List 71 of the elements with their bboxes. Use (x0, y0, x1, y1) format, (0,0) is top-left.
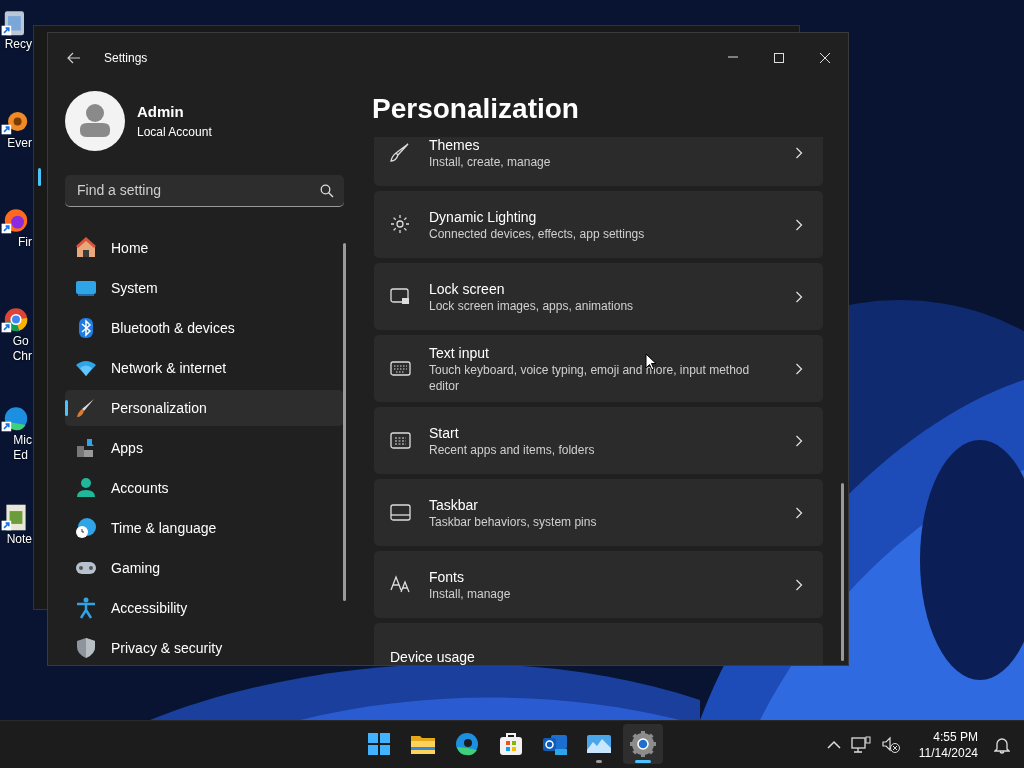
desktop-icon-label[interactable]: Ed (13, 448, 32, 463)
store-icon (497, 730, 525, 758)
search-icon (320, 183, 334, 198)
accounts-icon (75, 477, 97, 499)
chevron-right-icon (795, 218, 803, 231)
account-type: Local Account (137, 124, 212, 142)
volume-button[interactable] (880, 735, 901, 754)
maximize-icon (773, 52, 785, 64)
nav-item[interactable]: Home (65, 230, 344, 266)
chevron-right-icon (795, 362, 803, 375)
chevron-right-icon (795, 290, 803, 303)
close-icon (819, 52, 831, 64)
time-icon (75, 517, 97, 539)
chevron-right-icon (795, 578, 803, 591)
user-name: Admin (137, 101, 185, 122)
keyboard-icon (390, 358, 411, 379)
apps-icon (75, 437, 97, 459)
desktop-icon-label[interactable]: Go (12, 334, 32, 349)
settings-card[interactable]: Fonts Install, manage (374, 551, 823, 618)
accessibility-icon (75, 597, 97, 619)
bell-icon (994, 735, 1010, 754)
privacy-icon (75, 637, 97, 659)
settings-card[interactable]: Device usage (374, 623, 823, 665)
person-icon (79, 103, 111, 139)
scrollbar-thumb[interactable] (841, 483, 844, 661)
desktop-icon-label[interactable]: Fir (18, 235, 32, 250)
nav-item[interactable]: Accessibility (65, 590, 344, 626)
chevron-up-icon (826, 739, 841, 750)
chevron-right-icon (795, 434, 803, 447)
clock[interactable]: 4:55 PM 11/14/2024 (918, 728, 978, 761)
muted-speaker-icon (880, 735, 901, 754)
settings-card[interactable]: Themes Install, create, manage (374, 137, 823, 186)
selection-indicator (65, 400, 68, 416)
settings-icon (629, 730, 657, 758)
search-box[interactable]: Find a setting (65, 175, 344, 207)
nav-item[interactable]: Apps (65, 430, 344, 466)
settings-card[interactable]: Dynamic Lighting Connected devices, effects, app settings (374, 191, 823, 258)
scrollbar-thumb[interactable] (343, 243, 346, 601)
settings-card[interactable]: Lock screen Lock screen images, apps, animations (374, 263, 823, 330)
taskbar-app[interactable] (623, 724, 663, 764)
search-field[interactable]: Find a setting (75, 179, 320, 202)
brush-icon (390, 142, 411, 163)
window-title: Settings (104, 50, 148, 67)
desktop-icon-label[interactable]: Note (6, 532, 32, 547)
nav-item[interactable]: Privacy & security (65, 630, 344, 665)
chevron-right-icon (795, 506, 803, 519)
indicator-bar (38, 168, 41, 186)
desktop-icon-label[interactable]: Mic (13, 433, 32, 448)
fonts-icon (390, 574, 411, 595)
back-arrow-icon (67, 52, 81, 64)
start-icon (365, 730, 393, 758)
network-button[interactable] (850, 735, 871, 754)
show-hidden-icons-button[interactable] (826, 739, 841, 750)
nav-item[interactable]: Accounts (65, 470, 344, 506)
desktop-icon-label[interactable]: Recy (4, 37, 32, 52)
notifications-button[interactable] (994, 735, 1010, 754)
lock-icon (390, 286, 411, 307)
nav-item[interactable]: System (65, 270, 344, 306)
page-title: Personalization (372, 92, 580, 126)
desktop-icon-label[interactable]: Chr (12, 349, 32, 364)
settings-card[interactable]: Text input Touch keyboard, voice typing, emoji and more, input method editor (374, 335, 823, 402)
home-icon (75, 237, 97, 259)
nav-item[interactable]: Personalization (65, 390, 344, 426)
start-icon (390, 430, 411, 451)
chevron-right-icon (795, 146, 803, 159)
lighting-icon (390, 214, 411, 235)
settings-card[interactable]: Start Recent apps and items, folders (374, 407, 823, 474)
taskbar-icon (390, 502, 411, 523)
settings-card[interactable]: Taskbar Taskbar behaviors, system pins (374, 479, 823, 546)
network-icon (850, 735, 871, 754)
desktop-icon-label[interactable]: Ever (7, 136, 32, 151)
